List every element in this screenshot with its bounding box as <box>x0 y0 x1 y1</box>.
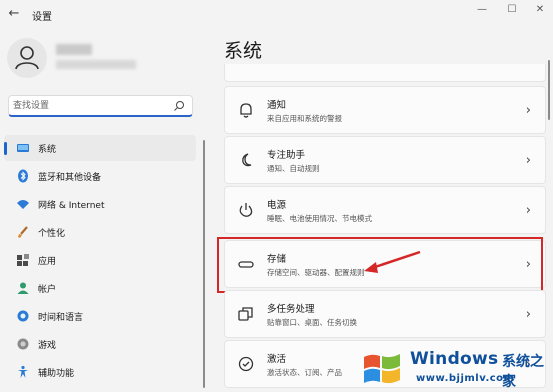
search-icon[interactable] <box>172 99 186 113</box>
gamepad-icon <box>17 338 29 350</box>
card-partial <box>224 64 546 82</box>
content-scrollbar[interactable] <box>548 60 550 120</box>
card-title: 通知 <box>267 100 287 111</box>
card-subtitle: 激活状态、订阅、产品 <box>267 368 342 377</box>
settings-card-focus-assist[interactable]: 专注助手 通知、自动规则 › <box>224 136 546 184</box>
user-name-redacted <box>56 44 92 55</box>
sidebar-item-label: 辅助功能 <box>38 369 75 379</box>
sidebar-item-label: 时间和语言 <box>38 313 84 323</box>
watermark-cn: 系统之家 <box>502 354 544 390</box>
settings-card-multitasking[interactable]: 多任务处理 贴靠窗口、桌面、任务切换 › <box>224 290 546 338</box>
sidebar-item-accessibility[interactable]: 辅助功能 <box>4 359 196 385</box>
card-subtitle: 来自应用和系统的警报 <box>267 114 342 123</box>
title-bar: ← 设置 — ☐ ✕ <box>0 0 553 28</box>
search-box[interactable] <box>8 95 193 117</box>
sidebar-item-network[interactable]: 网络 & Internet <box>4 191 196 217</box>
card-title: 多任务处理 <box>267 304 315 315</box>
globe-clock-icon <box>17 310 29 322</box>
active-indicator <box>4 142 7 155</box>
chevron-right-icon: › <box>525 103 531 118</box>
sidebar-item-gaming[interactable]: 游戏 <box>4 331 196 357</box>
sidebar-item-label: 网络 & Internet <box>38 201 105 211</box>
settings-card-power[interactable]: 电源 睡眠、电池使用情况、节电模式 › <box>224 186 546 234</box>
sidebar-item-accounts[interactable]: 帐户 <box>4 275 196 301</box>
minimize-button[interactable]: — <box>470 2 494 18</box>
sidebar-item-label: 应用 <box>38 257 57 267</box>
multitask-icon <box>238 307 253 321</box>
wifi-icon <box>17 200 29 209</box>
highlight-box <box>217 237 543 293</box>
watermark: Windows 系统之家 www.bjjmlv.com <box>356 343 553 392</box>
chevron-right-icon: › <box>525 203 531 218</box>
app-title: 设置 <box>32 12 52 23</box>
card-subtitle: 贴靠窗口、桌面、任务切换 <box>267 318 357 327</box>
card-title: 激活 <box>267 354 287 365</box>
sidebar-item-apps[interactable]: 应用 <box>4 247 196 273</box>
card-subtitle: 睡眠、电池使用情况、节电模式 <box>267 214 372 223</box>
avatar[interactable] <box>7 38 47 78</box>
bluetooth-icon <box>18 169 28 183</box>
back-arrow-icon[interactable]: ← <box>6 6 22 22</box>
account-icon <box>17 282 29 294</box>
page-title: 系统 <box>224 40 263 62</box>
card-title: 电源 <box>267 200 287 211</box>
sidebar-item-bluetooth[interactable]: 蓝牙和其他设备 <box>4 163 196 189</box>
chevron-right-icon: › <box>525 307 531 322</box>
check-circle-icon <box>238 356 254 372</box>
windows-logo-icon <box>364 354 400 384</box>
watermark-brand: Windows <box>410 349 499 369</box>
search-input[interactable] <box>13 98 163 114</box>
sidebar-scrollbar[interactable] <box>203 140 205 388</box>
sidebar-item-system[interactable]: 系统 <box>4 135 196 161</box>
moon-icon <box>242 153 252 167</box>
sidebar-item-label: 蓝牙和其他设备 <box>38 173 102 183</box>
power-icon <box>239 203 253 217</box>
sidebar-item-label: 游戏 <box>38 341 57 351</box>
sidebar-item-time-language[interactable]: 时间和语言 <box>4 303 196 329</box>
card-title: 专注助手 <box>267 150 306 161</box>
apps-icon <box>17 254 29 266</box>
bell-icon <box>240 103 252 118</box>
card-subtitle: 通知、自动规则 <box>267 164 320 173</box>
monitor-icon <box>17 144 29 152</box>
watermark-url: www.bjjmlv.com <box>416 373 515 384</box>
sidebar-item-label: 系统 <box>38 145 57 155</box>
brush-icon <box>18 226 28 238</box>
sidebar-item-label: 个性化 <box>38 229 66 239</box>
chevron-right-icon: › <box>525 153 531 168</box>
sidebar-item-label: 帐户 <box>38 285 57 295</box>
settings-card-notifications[interactable]: 通知 来自应用和系统的警报 › <box>224 86 546 134</box>
maximize-button[interactable]: ☐ <box>500 2 524 18</box>
close-button[interactable]: ✕ <box>528 2 552 18</box>
sidebar-item-personalization[interactable]: 个性化 <box>4 219 196 245</box>
user-email-redacted <box>56 60 136 69</box>
user-icon <box>15 46 39 70</box>
accessibility-icon <box>18 365 28 378</box>
